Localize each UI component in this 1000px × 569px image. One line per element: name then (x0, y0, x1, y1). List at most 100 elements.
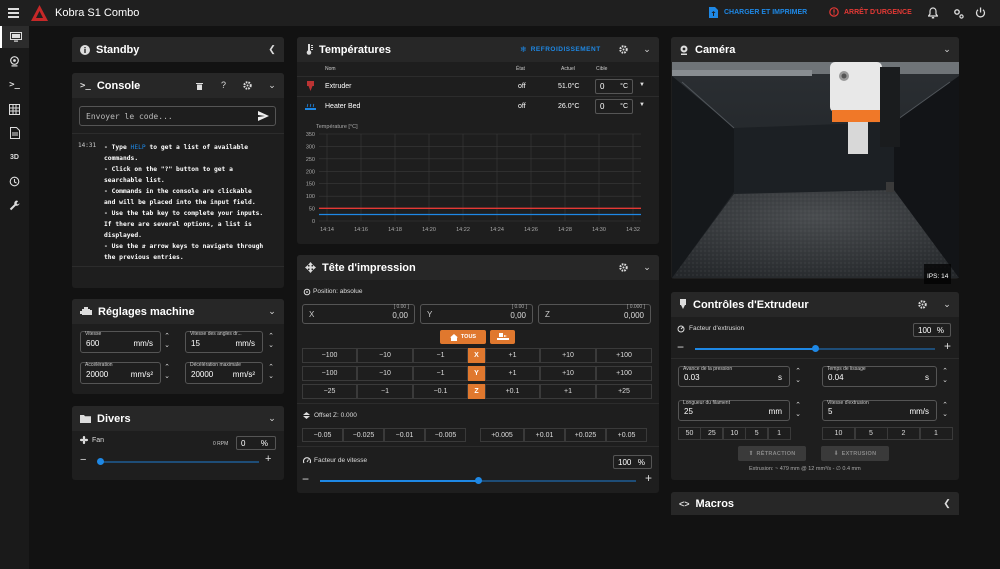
console-input[interactable]: Envoyer le code... (79, 106, 276, 126)
jog-button[interactable]: −10 (357, 348, 413, 363)
sidebar-item-history[interactable] (0, 170, 29, 192)
jog-button[interactable]: −0.1 (413, 384, 468, 399)
factor-decrease-button[interactable]: − (677, 340, 684, 354)
filament-length-stepper[interactable]: ⌃ ⌄ (794, 401, 802, 419)
zoffset-down-button[interactable]: −0.005 (425, 428, 466, 442)
zoffset-up-button[interactable]: +0.025 (565, 428, 606, 442)
extrusion-speed-field[interactable]: Vitesse d'extrusion 5 mm/s (822, 400, 937, 421)
z-position-field[interactable]: Z [ 0.000 ] 0,000 (538, 304, 651, 324)
corner-velocity-field[interactable]: Vitesse des angles dr... 15 mm/s (185, 331, 263, 353)
smooth-time-field[interactable]: Temps de lissage 0.04 s (822, 366, 937, 387)
deceleration-field[interactable]: Décélération maximale 20000 mm/s² (185, 362, 263, 384)
speed-preset-button[interactable]: 10 (822, 427, 855, 440)
trash-icon[interactable] (196, 82, 203, 90)
jog-button[interactable]: +25 (596, 384, 652, 399)
jog-button[interactable]: −100 (302, 366, 357, 381)
length-preset-button[interactable]: 25 (700, 427, 724, 440)
jog-button[interactable]: −1 (413, 348, 468, 363)
settings-cog-icon[interactable] (619, 263, 628, 272)
speed-factor-input[interactable]: 100 % (613, 455, 652, 469)
fan-decrease-button[interactable]: − (80, 454, 86, 466)
jog-button[interactable]: +100 (596, 366, 652, 381)
settings-cog-icon[interactable] (243, 81, 252, 90)
camera-feed[interactable] (672, 62, 959, 278)
velocity-field[interactable]: Vitesse 600 mm/s (80, 331, 161, 353)
settings-icon[interactable] (952, 7, 964, 19)
console-keyword[interactable]: HELP (131, 144, 146, 151)
chevron-down-icon[interactable]: ⌄ (268, 307, 276, 316)
x-position-field[interactable]: X [ 0.00 ] 0,00 (302, 304, 415, 324)
filament-length-field[interactable]: Longueur du filament 25 mm (678, 400, 790, 421)
extruder-target-input[interactable]: 0 °C (595, 79, 633, 94)
fan-input[interactable]: 0 % (236, 436, 276, 450)
chevron-down-icon[interactable]: ⌄ (943, 300, 951, 309)
upload-print-button[interactable]: CHARGER ET IMPRIMER (709, 7, 807, 18)
factor-slider-knob[interactable] (812, 345, 819, 352)
fan-slider-knob[interactable] (97, 458, 104, 465)
retract-button[interactable]: ⬆ RÉTRACTION (738, 446, 806, 461)
length-preset-button[interactable]: 1 (767, 427, 791, 440)
chevron-down-icon[interactable]: ⌄ (268, 414, 276, 423)
home-all-button[interactable]: TOUS (440, 330, 486, 344)
speed-preset-button[interactable]: 1 (919, 427, 953, 440)
emergency-stop-button[interactable]: ARRÊT D'URGENCE (829, 7, 912, 17)
jog-button[interactable]: −100 (302, 348, 357, 363)
zoffset-up-button[interactable]: +0.01 (524, 428, 565, 442)
speed-slider-knob[interactable] (475, 477, 482, 484)
macros-header[interactable]: <> Macros ❮ (671, 492, 959, 515)
pressure-advance-field[interactable]: Avance de la pression 0.03 s (678, 366, 790, 387)
extrusion-factor-input[interactable]: 100 % (913, 323, 951, 337)
home-axis-button[interactable]: Y (468, 366, 485, 381)
chevron-down-icon[interactable]: ⌄ (643, 45, 651, 54)
jog-button[interactable]: +1 (485, 366, 540, 381)
jog-button[interactable]: −1 (357, 384, 413, 399)
sidebar-item-webcam[interactable] (0, 50, 29, 72)
velocity-stepper[interactable]: ⌃ ⌄ (163, 332, 171, 350)
jog-button[interactable]: +1 (540, 384, 596, 399)
jog-button[interactable]: −25 (302, 384, 357, 399)
jog-button[interactable]: +1 (485, 348, 540, 363)
acceleration-stepper[interactable]: ⌃ ⌄ (163, 363, 171, 381)
length-preset-button[interactable]: 10 (722, 427, 746, 440)
extruder-dropdown-icon[interactable]: ▼ (639, 82, 645, 88)
length-preset-button[interactable]: 50 (678, 427, 701, 440)
sidebar-item-console[interactable]: >_ (0, 74, 29, 96)
settings-cog-icon[interactable] (918, 300, 927, 309)
zoffset-down-button[interactable]: −0.01 (384, 428, 425, 442)
help-button[interactable]: ? (221, 80, 226, 90)
jog-button[interactable]: −10 (357, 366, 413, 381)
speed-decrease-button[interactable]: − (302, 472, 309, 486)
factor-increase-button[interactable]: + (944, 339, 951, 353)
jog-button[interactable]: +0.1 (485, 384, 540, 399)
qgl-button[interactable] (490, 330, 515, 344)
fan-increase-button[interactable]: + (265, 453, 271, 465)
send-icon[interactable] (258, 111, 269, 121)
home-axis-button[interactable]: Z (468, 384, 485, 399)
zoffset-down-button[interactable]: −0.025 (343, 428, 384, 442)
acceleration-field[interactable]: Accélération 20000 mm/s² (80, 362, 161, 384)
sidebar-item-3d[interactable]: 3D (0, 146, 29, 168)
home-axis-button[interactable]: X (468, 348, 485, 363)
speed-increase-button[interactable]: + (645, 471, 652, 485)
menu-icon[interactable] (8, 8, 19, 18)
bell-icon[interactable] (928, 7, 938, 19)
zoffset-up-button[interactable]: +0.005 (480, 428, 524, 442)
extrusion-speed-stepper[interactable]: ⌃ ⌄ (941, 401, 949, 419)
jog-button[interactable]: +10 (540, 366, 596, 381)
chevron-left-icon[interactable]: ❮ (943, 499, 951, 508)
corner-velocity-stepper[interactable]: ⌃ ⌄ (267, 332, 275, 350)
chevron-left-icon[interactable]: ❮ (268, 45, 276, 54)
fan-slider-track[interactable] (99, 461, 259, 463)
zoffset-down-button[interactable]: −0.05 (302, 428, 343, 442)
smooth-time-stepper[interactable]: ⌃ ⌄ (941, 367, 949, 385)
sidebar-item-heightmap[interactable] (0, 98, 29, 120)
speed-preset-button[interactable]: 2 (887, 427, 920, 440)
jog-button[interactable]: −1 (413, 366, 468, 381)
chevron-down-icon[interactable]: ⌄ (943, 45, 951, 54)
chevron-down-icon[interactable]: ⌄ (643, 263, 651, 272)
sidebar-item-settings[interactable] (0, 194, 29, 216)
deceleration-stepper[interactable]: ⌃ ⌄ (267, 363, 275, 381)
settings-cog-icon[interactable] (619, 45, 628, 54)
standby-header[interactable]: Standby ❮ (72, 37, 284, 62)
jog-button[interactable]: +10 (540, 348, 596, 363)
